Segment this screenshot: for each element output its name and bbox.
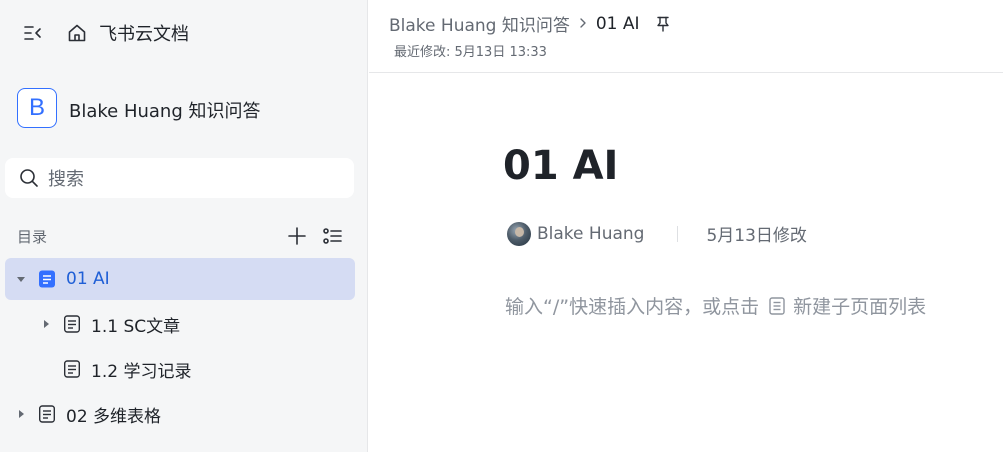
doc-header: Blake Huang 知识问答 01 AI 最近修改: 5月13日 13:33 [369,0,1003,73]
caret-down-icon[interactable] [15,273,27,285]
home-icon[interactable] [66,22,88,44]
new-subpage-list-link[interactable]: 新建子页面列表 [793,292,926,319]
main-content: Blake Huang 知识问答 01 AI 最近修改: 5月13日 13:33… [369,0,1003,452]
document-icon [37,269,57,289]
tree-item-01-ai[interactable]: 01 AI [5,258,355,300]
document-icon [62,359,82,379]
tree-item-02-bitable[interactable]: 02 多维表格 [5,393,355,435]
tree-item-label: 02 多维表格 [66,406,162,427]
search-placeholder: 搜索 [48,169,84,190]
subpage-list-icon[interactable] [767,296,787,316]
pin-icon[interactable] [654,15,672,33]
search-icon [18,167,40,189]
outline-list-icon[interactable] [321,225,343,247]
document-icon [62,314,82,334]
tree-item-1-1-sc[interactable]: 1.1 SC文章 [5,303,355,345]
tree-item-label: 1.2 学习记录 [91,361,192,382]
chevron-right-icon [578,15,588,33]
breadcrumb-current[interactable]: 01 AI [596,14,640,34]
space-avatar[interactable]: B [17,88,57,128]
space-name[interactable]: Blake Huang 知识问答 [69,97,261,123]
document-title[interactable]: 01 AI [503,143,618,189]
last-modified: 最近修改: 5月13日 13:33 [394,45,547,60]
avatar[interactable] [507,221,531,246]
breadcrumb-root[interactable]: Blake Huang 知识问答 [389,11,570,36]
tree-item-label: 1.1 SC文章 [91,316,181,337]
caret-right-icon[interactable] [15,408,27,420]
sidebar: 飞书云文档 B Blake Huang 知识问答 搜索 目录 01 AI 1.1… [0,0,368,452]
tree-item-label: 01 AI [66,269,110,289]
plus-icon[interactable] [286,225,308,247]
document-meta: Blake Huang 5月13日修改 [507,221,807,246]
hint-text: 输入“/”快速插入内容，或点击 [505,296,760,318]
catalog-title: 目录 [17,228,48,246]
empty-doc-hint[interactable]: 输入“/”快速插入内容，或点击 新建子页面列表 [505,292,926,319]
divider [677,225,679,242]
author-name[interactable]: Blake Huang [537,224,644,244]
app-name[interactable]: 飞书云文档 [99,20,189,46]
tree-item-1-2-study[interactable]: 1.2 学习记录 [5,348,355,390]
modified-date: 5月13日修改 [706,226,807,246]
document-icon [37,404,57,424]
search-input[interactable]: 搜索 [5,158,354,198]
sidebar-topbar: 飞书云文档 [0,0,368,66]
caret-right-icon[interactable] [40,318,52,330]
breadcrumb: Blake Huang 知识问答 01 AI [389,11,672,36]
sidebar-collapse-icon[interactable] [22,22,44,44]
